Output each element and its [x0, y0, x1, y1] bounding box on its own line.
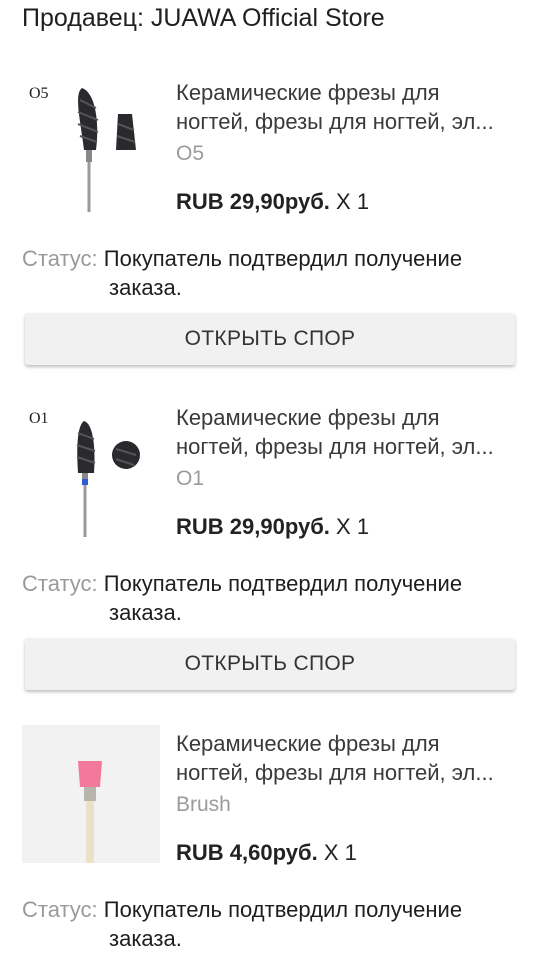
price-value: RUB 29,90руб. — [176, 189, 330, 214]
product-variant: O1 — [176, 467, 205, 490]
price-value: RUB 4,60руб. — [176, 840, 318, 865]
open-dispute-button[interactable]: ОТКРЫТЬ СПОР — [25, 638, 515, 690]
quantity: X 1 — [323, 840, 357, 865]
order-status: Статус: Покупатель подтвердил получение … — [22, 895, 522, 953]
status-label: Статус: — [22, 897, 98, 922]
svg-text:O1: O1 — [29, 410, 49, 427]
seller-name[interactable]: Продавец: JUAWA Official Store — [22, 4, 385, 33]
status-value: Покупатель подтвердил получение — [103, 246, 463, 271]
status-value-cont: заказа. — [109, 600, 182, 625]
product-image[interactable]: O1 — [22, 403, 160, 541]
status-value-cont: заказа. — [109, 275, 182, 300]
drill-bit-image: O1 — [29, 410, 140, 537]
brush-bit-image — [78, 761, 102, 863]
status-value: Покупатель подтвердил получение — [103, 571, 463, 596]
product-title[interactable]: Керамические фрезы для ногтей, фрезы для… — [176, 729, 526, 787]
quantity: X 1 — [336, 514, 370, 539]
product-price: RUB 29,90руб. X 1 — [176, 514, 369, 540]
quantity: X 1 — [336, 189, 370, 214]
product-image[interactable] — [22, 725, 160, 863]
status-label: Статус: — [22, 246, 98, 271]
brush-head — [78, 761, 102, 787]
status-value: Покупатель подтвердил получение — [103, 897, 463, 922]
order-status: Статус: Покупатель подтвердил получение … — [22, 569, 522, 627]
open-dispute-button[interactable]: ОТКРЫТЬ СПОР — [25, 313, 515, 365]
product-title[interactable]: Керамические фрезы для ногтей, фрезы для… — [176, 78, 526, 136]
product-price: RUB 29,90руб. X 1 — [176, 189, 369, 215]
price-value: RUB 29,90руб. — [176, 514, 330, 539]
drill-bit-image: O5 — [29, 85, 136, 212]
product-price: RUB 4,60руб. X 1 — [176, 840, 357, 866]
product-variant: O5 — [176, 142, 205, 165]
product-image[interactable]: O5 — [22, 78, 160, 216]
status-label: Статус: — [22, 571, 98, 596]
status-value-cont: заказа. — [109, 926, 182, 951]
svg-text:O5: O5 — [29, 85, 49, 102]
product-title[interactable]: Керамические фрезы для ногтей, фрезы для… — [176, 403, 526, 461]
order-status: Статус: Покупатель подтвердил получение … — [22, 244, 522, 302]
color-ring — [82, 479, 88, 485]
product-variant: Brush — [176, 793, 231, 816]
